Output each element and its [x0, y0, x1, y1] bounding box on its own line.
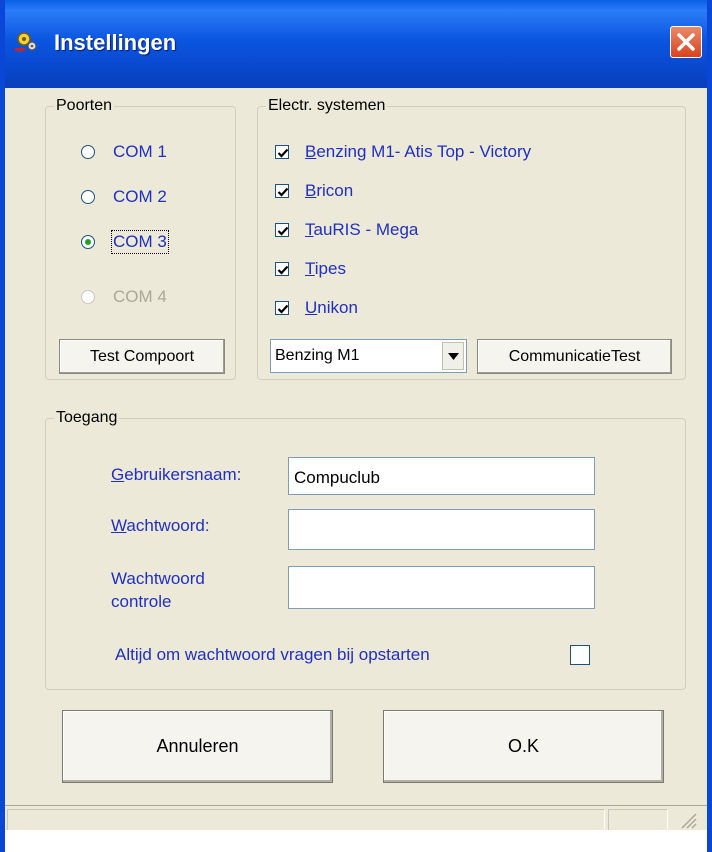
check-icon — [277, 148, 289, 158]
window-right-border — [707, 0, 712, 852]
window-left-border — [0, 0, 5, 852]
dropdown-arrow-button[interactable] — [442, 342, 464, 370]
systemen-legend: Electr. systemen — [266, 97, 388, 115]
communicatietest-button[interactable]: CommunicatieTest — [477, 339, 672, 374]
password-label: Wachtwoord: — [111, 516, 210, 535]
gears-icon — [13, 30, 39, 54]
check-icon — [277, 187, 289, 197]
system-select-value: Benzing M1 — [275, 347, 360, 364]
close-icon — [677, 33, 695, 51]
settings-window: Instellingen Poorten COM 1 COM 2 COM 3 C… — [0, 0, 712, 830]
title-bar[interactable]: Instellingen — [0, 0, 712, 88]
radio-com4 — [81, 290, 95, 304]
toegang-legend: Toegang — [54, 409, 120, 427]
radio-com1[interactable] — [81, 145, 95, 159]
ok-button[interactable]: O.K — [383, 710, 664, 783]
confirm-password-field[interactable] — [288, 566, 595, 609]
radio-com4-label: COM 4 — [113, 287, 167, 306]
password-field[interactable] — [288, 509, 595, 550]
checkbox-tauris-label[interactable]: TauRIS - Mega — [305, 220, 418, 240]
test-compoort-button[interactable]: Test Compoort — [59, 339, 225, 374]
checkbox-bricon-label[interactable]: Bricon — [305, 181, 353, 201]
checkbox-unikon-label[interactable]: Unikon — [305, 298, 358, 318]
window-title: Instellingen — [54, 30, 177, 55]
resize-grip-icon[interactable] — [676, 808, 698, 830]
poorten-legend: Poorten — [54, 97, 115, 115]
ask-password-label[interactable]: Altijd om wachtwoord vragen bij opstarte… — [115, 643, 430, 666]
check-icon — [277, 226, 289, 236]
checkbox-benzing-label[interactable]: Benzing M1- Atis Top - Victory — [305, 142, 531, 162]
radio-com2-label[interactable]: COM 2 — [113, 187, 167, 207]
radio-com1-label[interactable]: COM 1 — [113, 142, 167, 162]
username-value: Compuclub — [294, 468, 380, 487]
checkbox-benzing[interactable] — [275, 145, 289, 159]
confirm-password-label: Wachtwoord controle — [111, 569, 205, 611]
check-icon — [277, 265, 289, 275]
system-select[interactable]: Benzing M1 — [270, 339, 467, 373]
checkbox-tipes[interactable] — [275, 262, 289, 276]
radio-com3[interactable] — [81, 235, 95, 249]
username-label: Gebruikersnaam: — [111, 465, 242, 484]
radio-com2[interactable] — [81, 190, 95, 204]
status-bar — [5, 805, 707, 830]
annuleren-button[interactable]: Annuleren — [62, 710, 333, 783]
checkbox-bricon[interactable] — [275, 184, 289, 198]
chevron-down-icon — [448, 353, 459, 360]
status-pane-secondary — [608, 809, 668, 830]
close-button[interactable] — [670, 26, 702, 58]
checkbox-tipes-label[interactable]: Tipes — [305, 259, 346, 279]
check-icon — [277, 304, 289, 314]
username-field[interactable]: Compuclub — [288, 457, 595, 495]
ask-password-checkbox[interactable] — [570, 645, 590, 665]
checkbox-tauris[interactable] — [275, 223, 289, 237]
status-pane-main — [7, 809, 605, 830]
checkbox-unikon[interactable] — [275, 301, 289, 315]
radio-com3-label[interactable]: COM 3 — [111, 230, 169, 254]
